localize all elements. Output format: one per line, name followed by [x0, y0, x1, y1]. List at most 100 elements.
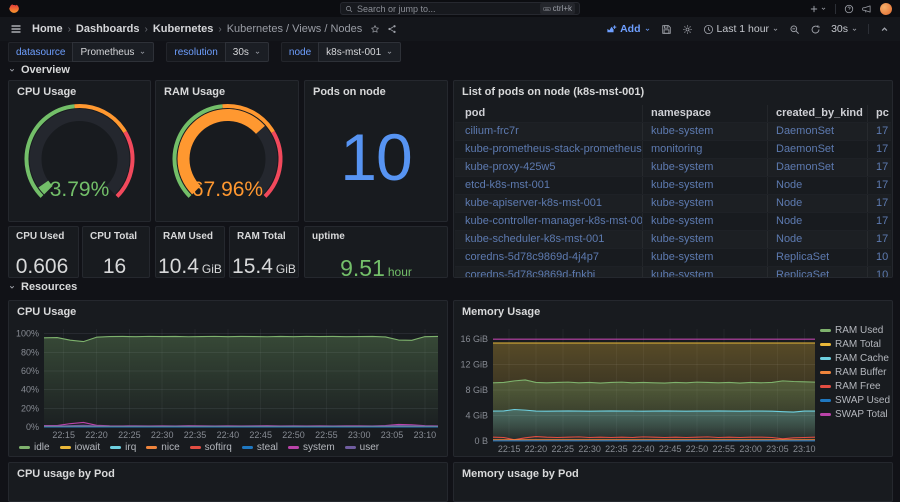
panel-title[interactable]: CPU Total [83, 227, 149, 242]
search-icon [345, 5, 353, 13]
refresh-interval-picker[interactable]: 30s [831, 23, 858, 35]
search-input[interactable]: Search or jump to... ctrl+k [340, 2, 580, 15]
legend-item[interactable]: RAM Total [820, 339, 886, 350]
table-cell: etcd-k8s-mst-001 [455, 177, 643, 194]
stat-unit: hour [388, 265, 412, 278]
star-icon[interactable] [370, 24, 380, 34]
legend-item[interactable]: system [288, 442, 335, 453]
table-cell-link[interactable]: kube-apiserver-k8s-mst-001 [465, 197, 602, 209]
section-overview[interactable]: Overview [8, 64, 70, 76]
table-cell-link[interactable]: kube-system [651, 125, 713, 137]
table-cell-link[interactable]: kube-proxy-425w5 [465, 161, 556, 173]
table-cell-link[interactable]: monitoring [651, 143, 702, 155]
panel-title[interactable]: RAM Used [156, 227, 224, 242]
column-header-pc[interactable]: pc [868, 105, 891, 122]
panel-title[interactable]: Memory Usage [454, 301, 892, 318]
table-cell-link[interactable]: 17 [876, 197, 888, 209]
legend-item[interactable]: RAM Buffer [820, 367, 886, 378]
add-button[interactable]: Add [606, 23, 650, 35]
legend-item[interactable]: nice [146, 442, 179, 453]
table-cell-link[interactable]: ReplicaSet [776, 269, 829, 278]
table-cell-link[interactable]: DaemonSet [776, 161, 834, 173]
variable-value-dropdown[interactable]: k8s-mst-001 [318, 42, 401, 62]
legend-item[interactable]: softirq [190, 442, 232, 453]
table-cell-link[interactable]: 17 [876, 143, 888, 155]
variable-value-dropdown[interactable]: Prometheus [72, 42, 154, 62]
panel-title[interactable]: Memory usage by Pod [454, 463, 892, 480]
table-cell-link[interactable]: kube-system [651, 197, 713, 209]
help-button[interactable] [844, 4, 854, 14]
breadcrumb-item[interactable]: Kubernetes / Views / Nodes [227, 23, 363, 35]
legend-item[interactable]: RAM Used [820, 325, 886, 336]
table-cell-link[interactable]: kube-prometheus-stack-prometheus-node-ex… [465, 143, 643, 155]
table-cell-link[interactable]: 17 [876, 215, 888, 227]
chevron-up-icon[interactable] [879, 24, 890, 35]
table-cell-link[interactable]: Node [776, 233, 802, 245]
table-cell-link[interactable]: Node [776, 179, 802, 191]
news-button[interactable] [862, 4, 872, 14]
table-cell-link[interactable]: kube-system [651, 251, 713, 263]
table-cell-link[interactable]: 10 [876, 251, 888, 263]
panel-title[interactable]: CPU Usage [9, 81, 150, 98]
panel-title[interactable]: uptime [305, 227, 447, 242]
settings-icon[interactable] [682, 24, 693, 35]
legend-item[interactable]: irq [110, 442, 136, 453]
legend-item[interactable]: RAM Free [820, 381, 886, 392]
table-cell-link[interactable]: DaemonSet [776, 125, 834, 137]
breadcrumb-item[interactable]: Kubernetes [153, 23, 214, 35]
table-cell-link[interactable]: etcd-k8s-mst-001 [465, 179, 550, 191]
table-cell-link[interactable]: coredns-5d78c9869d-4j4p7 [465, 251, 599, 263]
panel-title[interactable]: List of pods on node (k8s-mst-001) [454, 81, 892, 98]
legend-item[interactable]: RAM Cache [820, 353, 886, 364]
panel-title[interactable]: Pods on node [305, 81, 447, 98]
panel-title[interactable]: CPU usage by Pod [9, 463, 447, 480]
time-range-picker[interactable]: Last 1 hour [703, 23, 780, 35]
table-cell-link[interactable]: 17 [876, 179, 888, 191]
breadcrumb-item[interactable]: Dashboards [76, 23, 140, 35]
menu-icon[interactable] [10, 23, 22, 35]
column-header-namespace[interactable]: namespace [643, 105, 768, 122]
legend-item[interactable]: iowait [60, 442, 101, 453]
table-cell-link[interactable]: coredns-5d78c9869d-fnkbj [465, 269, 595, 278]
avatar[interactable] [880, 3, 892, 15]
table-cell-link[interactable]: kube-system [651, 269, 713, 278]
zoom-out-icon[interactable] [789, 24, 800, 35]
table-cell-link[interactable]: ReplicaSet [776, 251, 829, 263]
column-header-created_by_kind[interactable]: created_by_kind [768, 105, 868, 122]
variable-value-dropdown[interactable]: 30s [225, 42, 269, 62]
panel-title[interactable]: RAM Usage [156, 81, 298, 98]
legend-item[interactable]: user [345, 442, 379, 453]
share-icon[interactable] [387, 24, 397, 34]
table-cell-link[interactable]: 17 [876, 161, 888, 173]
legend-item[interactable]: SWAP Total [820, 409, 886, 420]
table-cell-link[interactable]: kube-controller-manager-k8s-mst-001 [465, 215, 643, 227]
breadcrumb-separator: › [68, 24, 71, 35]
grafana-logo-icon[interactable] [8, 3, 20, 15]
table-cell-link[interactable]: Node [776, 197, 802, 209]
table-cell-link[interactable]: 10 [876, 269, 888, 278]
column-header-pod[interactable]: pod [455, 105, 643, 122]
legend-item[interactable]: SWAP Used [820, 395, 886, 406]
breadcrumb-item[interactable]: Home [32, 23, 63, 35]
table-cell-link[interactable]: cilium-frc7r [465, 125, 519, 137]
table-cell: kube-proxy-425w5 [455, 159, 643, 176]
table-cell-link[interactable]: kube-system [651, 179, 713, 191]
table-cell-link[interactable]: Node [776, 215, 802, 227]
panel-title[interactable]: RAM Total [230, 227, 298, 242]
panel-title[interactable]: CPU Used [9, 227, 78, 242]
refresh-icon[interactable] [810, 24, 821, 35]
table-cell-link[interactable]: kube-system [651, 215, 713, 227]
section-resources[interactable]: Resources [8, 281, 77, 293]
table-cell-link[interactable]: 17 [876, 125, 888, 137]
panel-title[interactable]: CPU Usage [9, 301, 447, 318]
table-cell-link[interactable]: kube-scheduler-k8s-mst-001 [465, 233, 604, 245]
table-cell-link[interactable]: 17 [876, 233, 888, 245]
save-icon[interactable] [661, 24, 672, 35]
new-menu-button[interactable] [809, 4, 827, 14]
legend-item[interactable]: steal [242, 442, 278, 453]
table-cell-link[interactable]: kube-system [651, 161, 713, 173]
table-cell-link[interactable]: kube-system [651, 233, 713, 245]
search-placeholder: Search or jump to... [357, 4, 536, 14]
table-cell-link[interactable]: DaemonSet [776, 143, 834, 155]
legend-item[interactable]: idle [19, 442, 50, 453]
